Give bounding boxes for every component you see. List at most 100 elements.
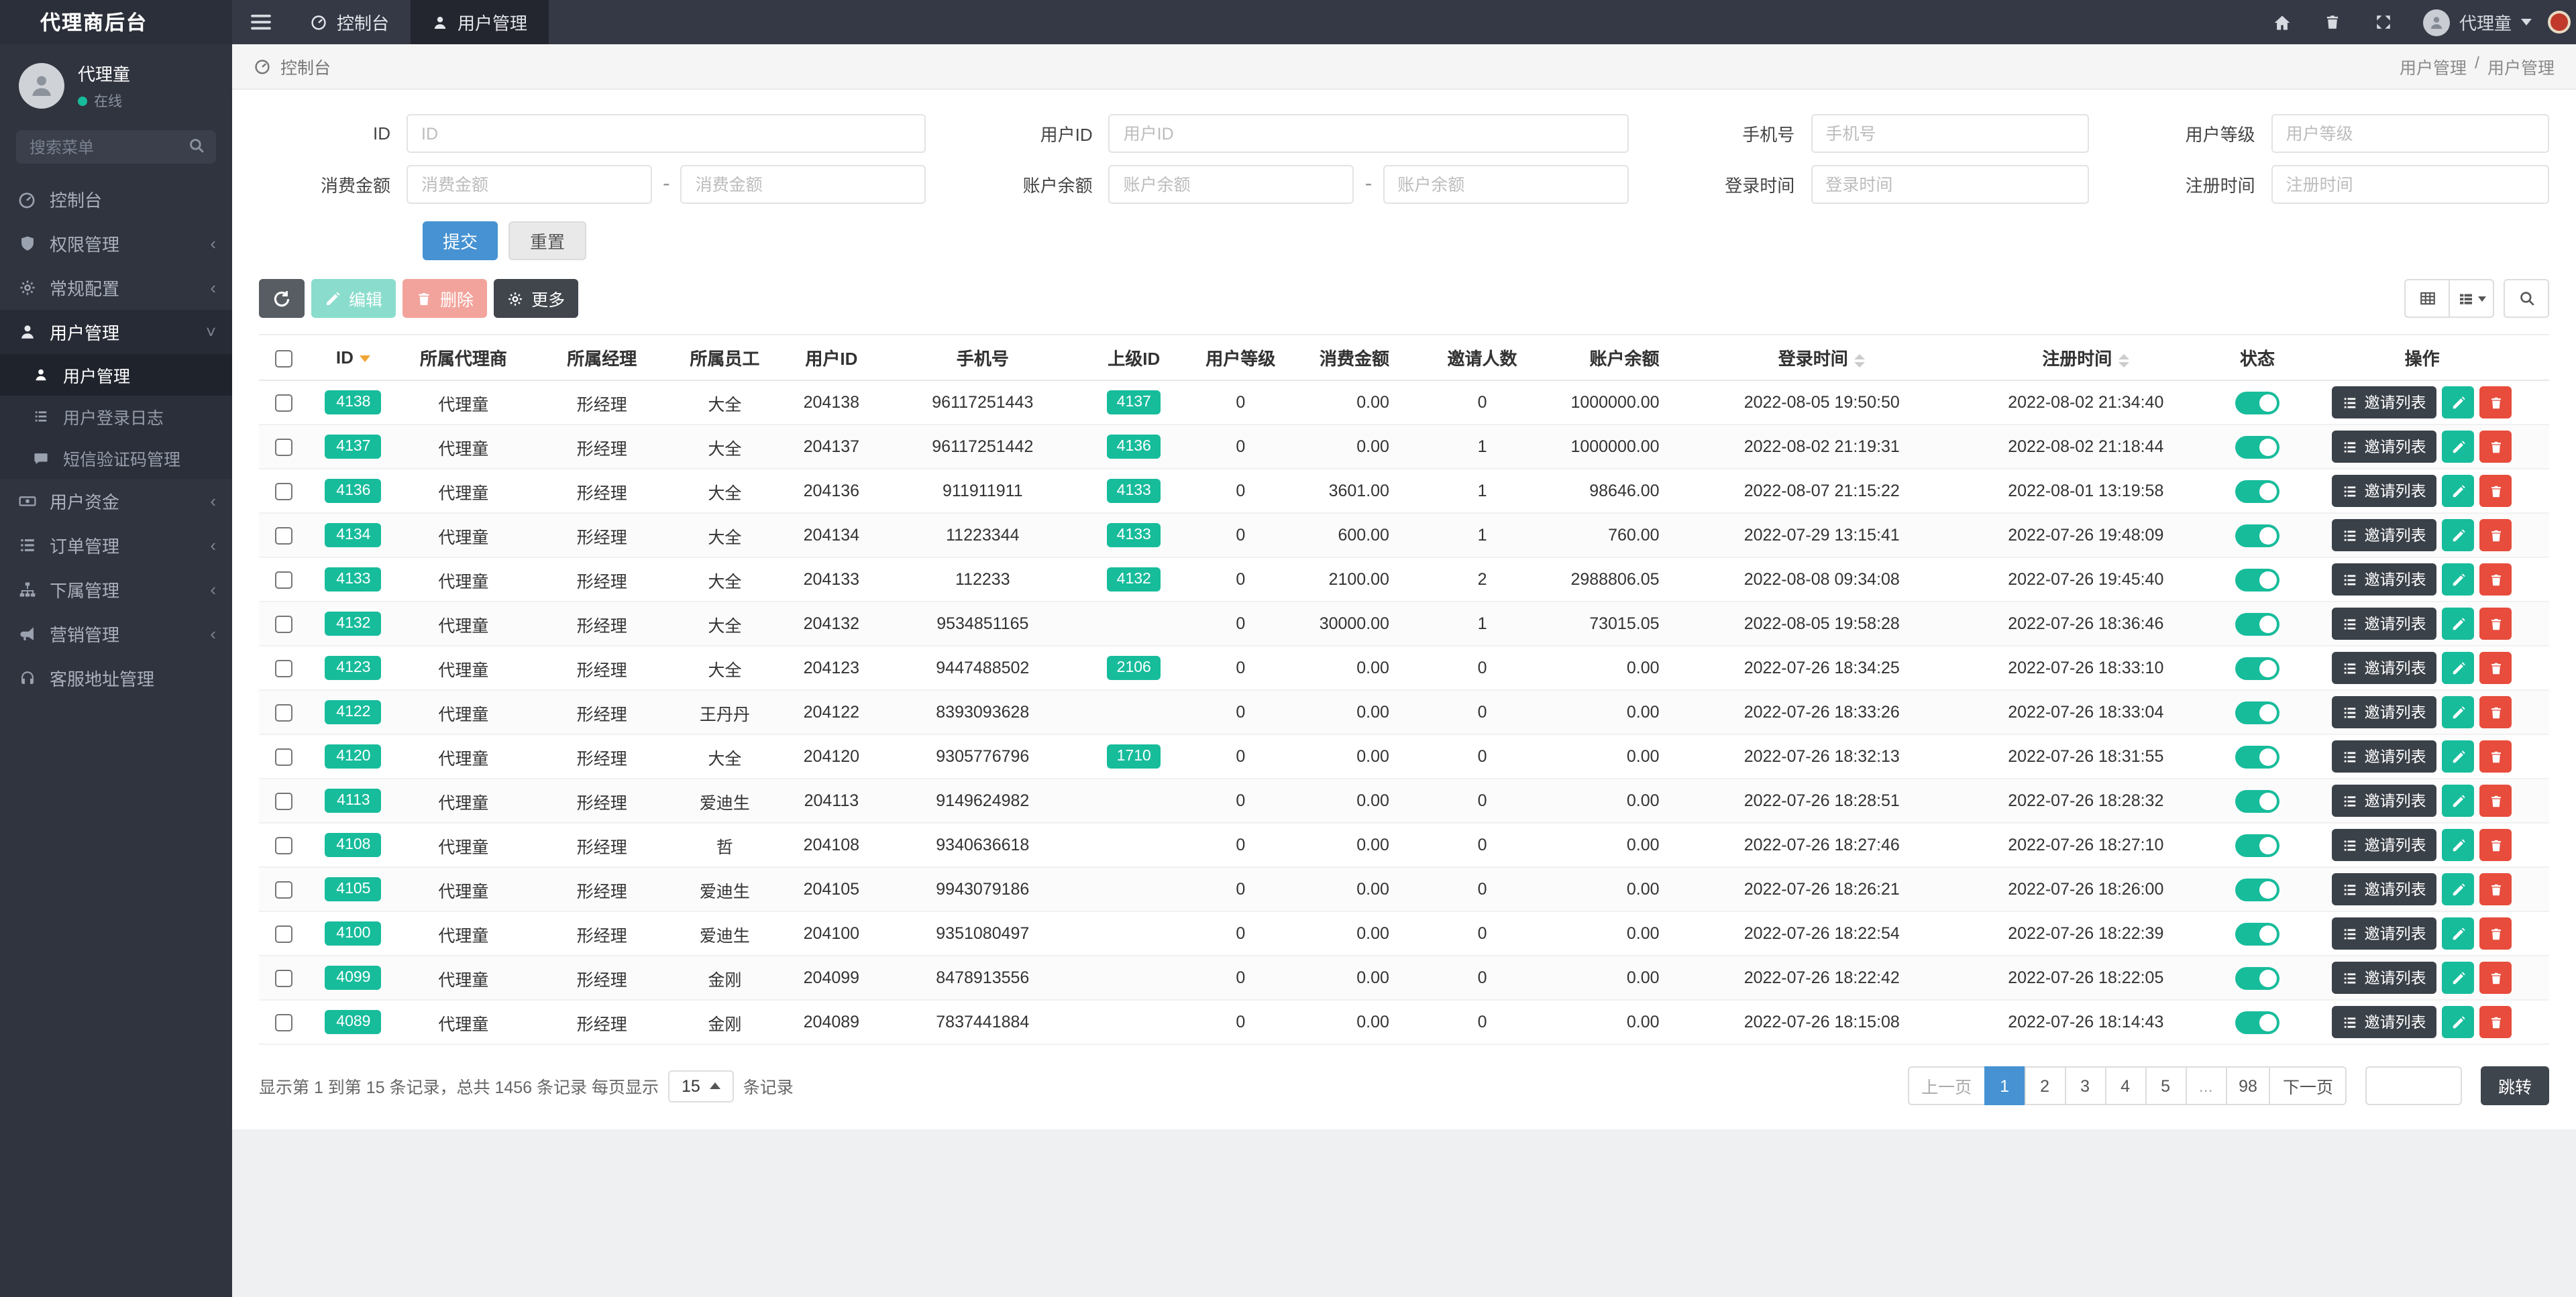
row-checkbox[interactable] — [274, 483, 292, 501]
invite-list-button[interactable]: 邀请列表 — [2332, 785, 2437, 817]
reset-button[interactable]: 重置 — [508, 221, 587, 260]
page-button[interactable]: 5 — [2145, 1066, 2187, 1105]
row-checkbox[interactable] — [274, 748, 292, 767]
page-button[interactable]: 1 — [1984, 1066, 2026, 1105]
invite-list-button[interactable]: 邀请列表 — [2332, 608, 2437, 640]
home-button[interactable] — [2257, 0, 2308, 44]
filter-input-login-time[interactable] — [1811, 165, 2089, 204]
sidebar-item-permissions[interactable]: 权限管理 ‹ — [0, 221, 232, 266]
delete-button[interactable]: 删除 — [402, 279, 488, 318]
row-checkbox[interactable] — [274, 527, 292, 545]
row-checkbox[interactable] — [274, 793, 292, 811]
sidebar-item-user-management[interactable]: 用户管理 ˅ — [0, 310, 232, 354]
invite-list-button[interactable]: 邀请列表 — [2332, 475, 2437, 507]
sidebar-toggle-button[interactable] — [232, 0, 288, 44]
filter-input-balance-min[interactable] — [1108, 165, 1354, 204]
status-toggle[interactable] — [2235, 612, 2279, 635]
row-edit-button[interactable] — [2442, 785, 2475, 817]
row-delete-button[interactable] — [2479, 475, 2512, 507]
toggle-search-button[interactable] — [2504, 279, 2549, 318]
jump-button[interactable]: 跳转 — [2480, 1066, 2549, 1105]
status-toggle[interactable] — [2235, 524, 2279, 547]
invite-list-button[interactable]: 邀请列表 — [2332, 386, 2437, 418]
invite-list-button[interactable]: 邀请列表 — [2332, 873, 2437, 905]
row-delete-button[interactable] — [2479, 386, 2512, 418]
sidebar-item-dashboard[interactable]: 控制台 — [0, 177, 232, 221]
submit-button[interactable]: 提交 — [423, 221, 498, 260]
sidebar-item-orders[interactable]: 订单管理 ‹ — [0, 523, 232, 567]
col-header-id[interactable]: ID — [307, 334, 400, 381]
row-edit-button[interactable] — [2442, 431, 2475, 463]
filter-input-consume-max[interactable] — [680, 165, 926, 204]
sidebar-item-service-address[interactable]: 客服地址管理 — [0, 656, 232, 700]
prev-page-button[interactable]: 上一页 — [1908, 1066, 1986, 1105]
mini-avatar-icon[interactable] — [2548, 11, 2571, 34]
row-delete-button[interactable] — [2479, 696, 2512, 728]
row-checkbox[interactable] — [274, 660, 292, 678]
sidebar-item-marketing[interactable]: 营销管理 ‹ — [0, 612, 232, 656]
status-toggle[interactable] — [2235, 789, 2279, 812]
status-toggle[interactable] — [2235, 745, 2279, 768]
invite-list-button[interactable]: 邀请列表 — [2332, 962, 2437, 994]
row-edit-button[interactable] — [2442, 519, 2475, 551]
refresh-button[interactable] — [259, 279, 305, 318]
invite-list-button[interactable]: 邀请列表 — [2332, 431, 2437, 463]
profile-avatar[interactable] — [19, 63, 64, 109]
page-button[interactable]: 2 — [2024, 1066, 2066, 1105]
row-checkbox[interactable] — [274, 970, 292, 988]
row-checkbox[interactable] — [274, 616, 292, 634]
status-toggle[interactable] — [2235, 701, 2279, 724]
status-toggle[interactable] — [2235, 966, 2279, 989]
row-checkbox[interactable] — [274, 704, 292, 722]
row-edit-button[interactable] — [2442, 873, 2475, 905]
page-button[interactable]: 3 — [2064, 1066, 2106, 1105]
status-toggle[interactable] — [2235, 834, 2279, 856]
submenu-item-login-log[interactable]: 用户登录日志 — [0, 396, 232, 437]
jump-page-input[interactable] — [2365, 1066, 2462, 1105]
invite-list-button[interactable]: 邀请列表 — [2332, 563, 2437, 596]
invite-list-button[interactable]: 邀请列表 — [2332, 519, 2437, 551]
row-delete-button[interactable] — [2479, 740, 2512, 773]
invite-list-button[interactable]: 邀请列表 — [2332, 829, 2437, 861]
invite-list-button[interactable]: 邀请列表 — [2332, 652, 2437, 684]
status-toggle[interactable] — [2235, 1011, 2279, 1033]
row-edit-button[interactable] — [2442, 1006, 2475, 1038]
row-edit-button[interactable] — [2442, 608, 2475, 640]
row-delete-button[interactable] — [2479, 917, 2512, 950]
row-checkbox[interactable] — [274, 837, 292, 855]
col-header-login-time[interactable]: 登录时间 — [1691, 334, 1953, 381]
status-toggle[interactable] — [2235, 435, 2279, 458]
invite-list-button[interactable]: 邀请列表 — [2332, 696, 2437, 728]
status-toggle[interactable] — [2235, 922, 2279, 945]
row-checkbox[interactable] — [274, 925, 292, 944]
row-delete-button[interactable] — [2479, 829, 2512, 861]
row-edit-button[interactable] — [2442, 829, 2475, 861]
row-edit-button[interactable] — [2442, 962, 2475, 994]
row-checkbox[interactable] — [274, 394, 292, 412]
row-checkbox[interactable] — [274, 571, 292, 589]
page-size-select[interactable]: 15 — [667, 1070, 734, 1102]
tab-dashboard[interactable]: 控制台 — [288, 0, 411, 44]
status-toggle[interactable] — [2235, 391, 2279, 414]
filter-input-balance-max[interactable] — [1383, 165, 1629, 204]
status-toggle[interactable] — [2235, 568, 2279, 591]
tab-user-management[interactable]: 用户管理 — [411, 0, 549, 44]
filter-input-phone[interactable] — [1811, 114, 2089, 153]
invite-list-button[interactable]: 邀请列表 — [2332, 917, 2437, 950]
row-delete-button[interactable] — [2479, 652, 2512, 684]
page-button[interactable]: 98 — [2225, 1066, 2271, 1105]
sidebar-item-subordinates[interactable]: 下属管理 ‹ — [0, 567, 232, 612]
search-icon[interactable] — [188, 137, 205, 154]
filter-input-id[interactable] — [407, 114, 926, 153]
row-delete-button[interactable] — [2479, 1006, 2512, 1038]
submenu-item-user-management[interactable]: 用户管理 — [0, 354, 232, 396]
invite-list-button[interactable]: 邀请列表 — [2332, 740, 2437, 773]
row-delete-button[interactable] — [2479, 785, 2512, 817]
select-all-checkbox[interactable] — [274, 350, 292, 368]
row-checkbox[interactable] — [274, 881, 292, 899]
breadcrumb-home[interactable]: 控制台 — [280, 54, 331, 79]
row-delete-button[interactable] — [2479, 962, 2512, 994]
row-edit-button[interactable] — [2442, 917, 2475, 950]
user-menu[interactable]: 代理童 — [2410, 0, 2545, 44]
row-edit-button[interactable] — [2442, 475, 2475, 507]
